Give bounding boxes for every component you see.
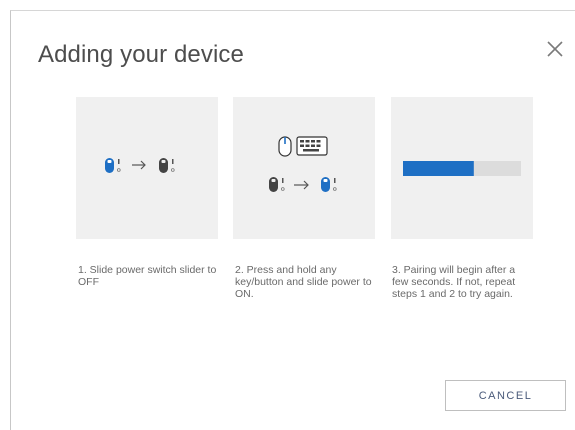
keyboard-icon [296,136,328,156]
pairing-progress-bar [403,161,521,176]
switch-dots-icon [171,159,175,172]
mouse-off-icon [269,177,278,192]
cancel-button[interactable]: CANCEL [445,380,566,411]
switch-dots-icon [280,178,285,191]
step-1-text: 1. Slide power switch slider to OFF [78,264,217,288]
step-3-text: 3. Pairing will begin after a few second… [392,264,516,300]
mouse-on-icon [321,177,330,192]
switch-dots-icon [333,178,337,191]
mouse-keyboard-illustration [269,136,337,192]
dialog-title: Adding your device [38,41,244,68]
adding-device-dialog: Adding your device 1. Slide power switch… [10,10,575,430]
progress-fill [403,161,474,176]
step-2-illustration-panel [233,97,375,239]
mouse-off-icon [159,158,168,173]
mouse-power-off-illustration [105,158,175,173]
switch-dots-icon [116,159,121,172]
mouse-outline-icon [278,136,292,157]
step-1-illustration-panel [76,97,218,239]
close-icon[interactable] [545,39,565,59]
mouse-on-icon [105,158,114,173]
arrow-right-icon [294,180,309,190]
step-3-illustration-panel [391,97,533,239]
step-2-text: 2. Press and hold any key/button and sli… [235,264,372,300]
arrow-right-icon [132,160,146,170]
